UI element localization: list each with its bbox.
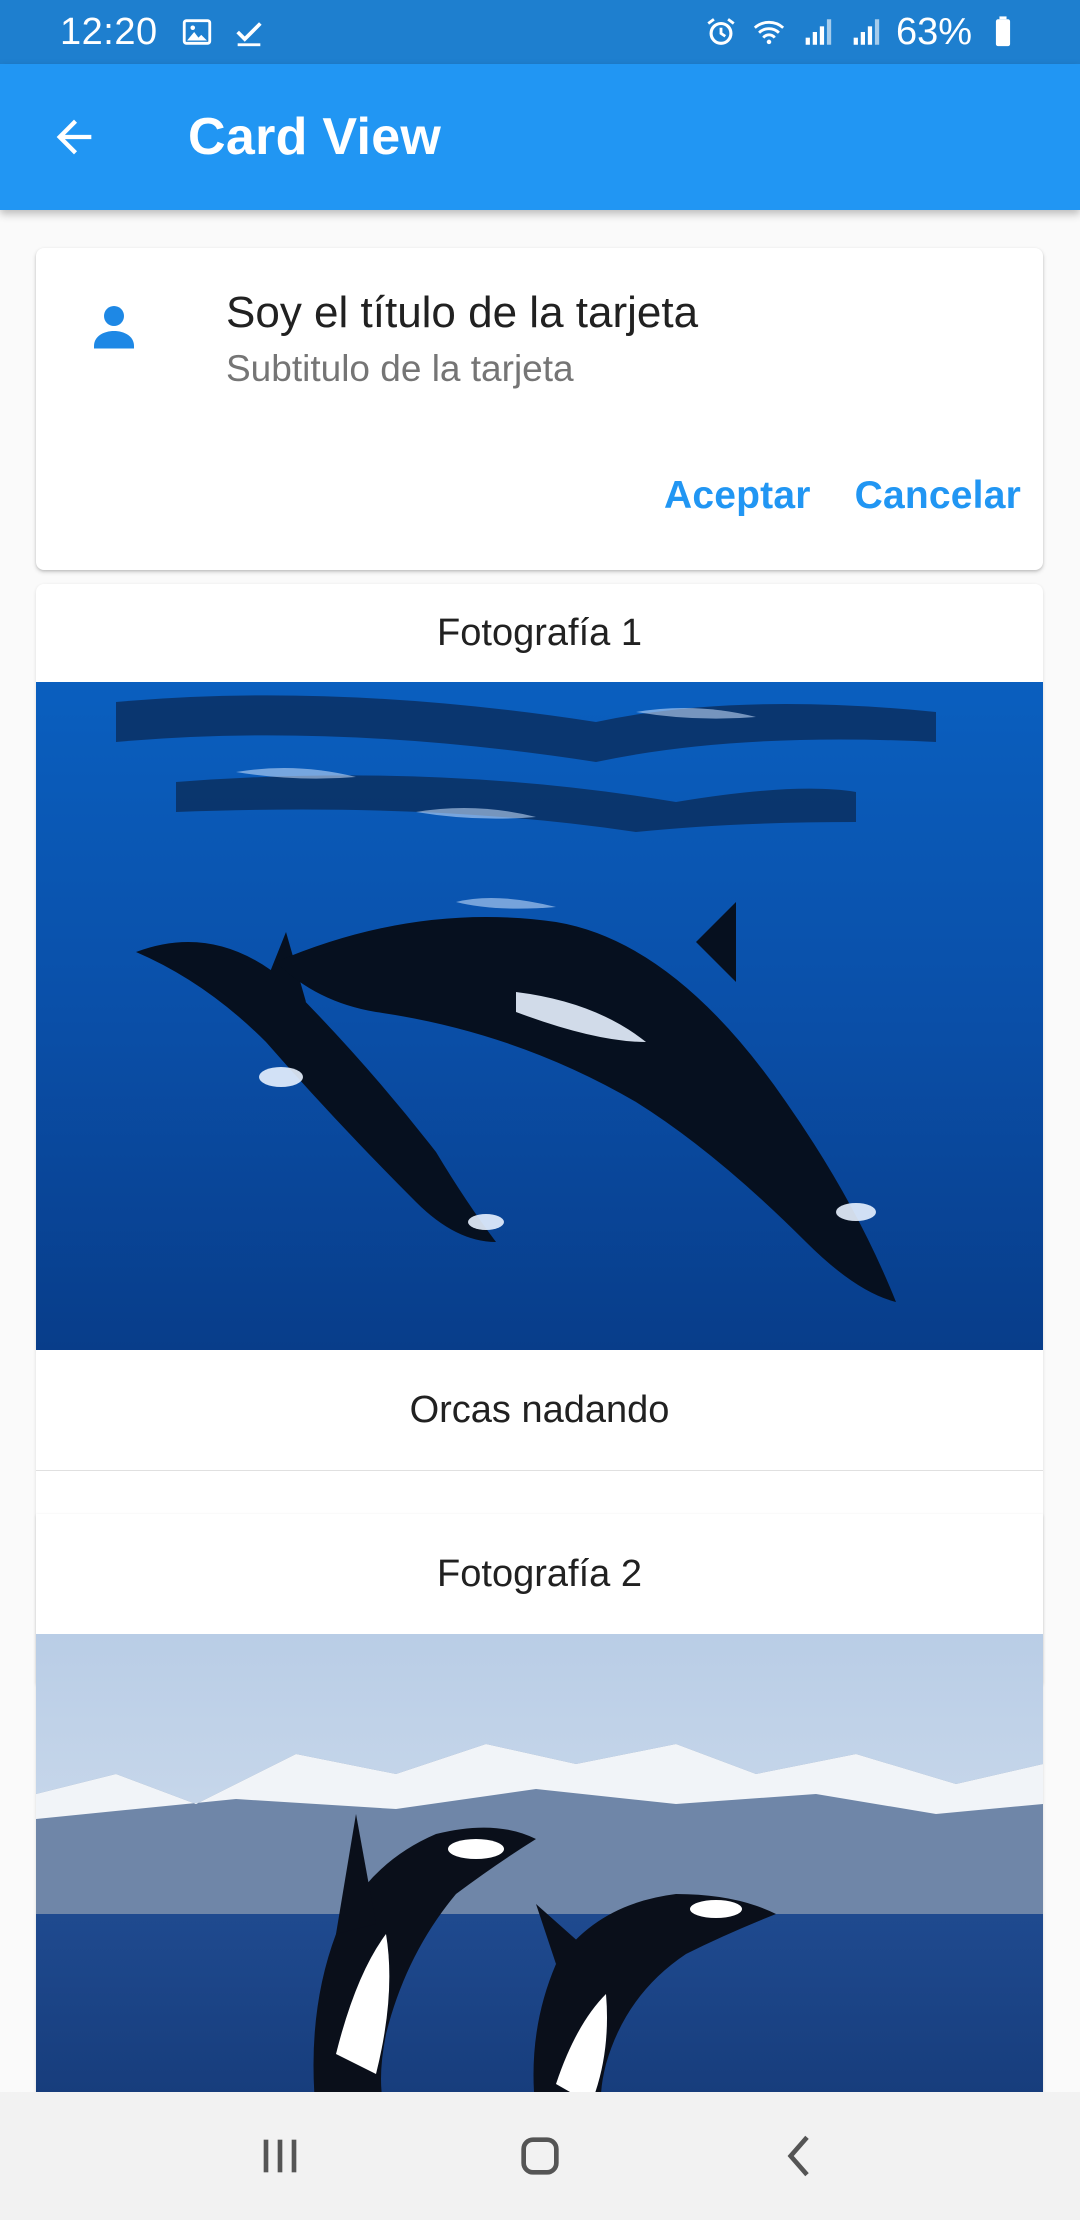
photo-caption: Orcas nadando	[409, 1388, 670, 1431]
screen: 12:20 63% Card View Soy el título de la …	[0, 0, 1080, 2220]
photo-card: Fotografía 2	[36, 1514, 1043, 2092]
card-title: Soy el título de la tarjeta	[226, 288, 699, 337]
check-icon	[232, 15, 266, 49]
system-nav-bar	[0, 2092, 1080, 2220]
status-bar: 12:20 63%	[0, 0, 1080, 64]
orcas-swimming-image	[36, 682, 1043, 1350]
back-icon	[787, 2135, 809, 2177]
arrow-back-icon	[56, 119, 92, 155]
battery-percent: 63%	[895, 10, 972, 53]
photo-title: Fotografía 2	[437, 1552, 642, 1595]
accept-button[interactable]: Aceptar	[664, 474, 811, 518]
cancel-button[interactable]: Cancelar	[855, 474, 1021, 518]
signal-icon	[800, 15, 834, 49]
status-time: 12:20	[60, 10, 158, 53]
signal-icon	[848, 15, 882, 49]
page-title: Card View	[188, 108, 442, 166]
divider	[36, 1470, 1043, 1471]
image-icon	[180, 15, 214, 49]
app-bar: Card View	[0, 64, 1080, 210]
back-button[interactable]	[38, 101, 110, 173]
card-subtitle: Subtitulo de la tarjeta	[226, 348, 574, 389]
card-actions: Aceptar Cancelar	[664, 474, 1021, 518]
home-icon	[521, 2137, 559, 2175]
orcas-jumping-image	[36, 1634, 1043, 2092]
photo-title: Fotografía 1	[437, 611, 642, 654]
system-back-button[interactable]	[760, 2116, 840, 2196]
recent-apps-icon	[263, 2139, 297, 2173]
content-scroll[interactable]: Soy el título de la tarjeta Subtitulo de…	[0, 210, 1080, 2092]
battery-icon	[986, 15, 1020, 49]
home-button[interactable]	[500, 2116, 580, 2196]
alarm-icon	[704, 15, 738, 49]
wifi-icon	[752, 15, 786, 49]
person-icon	[84, 296, 144, 356]
info-card: Soy el título de la tarjeta Subtitulo de…	[36, 248, 1043, 570]
recent-apps-button[interactable]	[240, 2116, 320, 2196]
